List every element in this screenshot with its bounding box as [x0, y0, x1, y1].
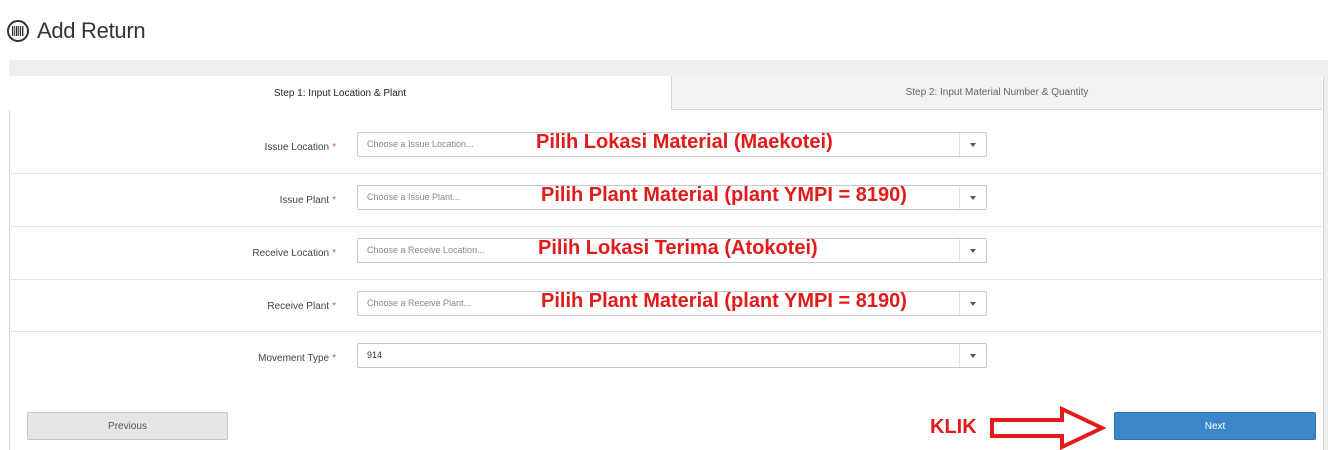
required-marker: *	[332, 300, 336, 312]
chevron-down-icon[interactable]	[959, 133, 986, 156]
barcode-icon	[7, 20, 29, 42]
movement-type-value: 914	[367, 350, 383, 360]
klik-callout: KLIK	[930, 416, 977, 438]
form-row-issue-location: Issue Location * Choose a Issue Location.…	[11, 121, 1322, 173]
issue-plant-label: Issue Plant *	[279, 194, 336, 206]
annotation-issue-plant: Pilih Plant Material (plant YMPI = 8190)	[541, 184, 907, 206]
issue-location-label: Issue Location *	[264, 141, 336, 153]
required-marker: *	[332, 247, 336, 259]
page-title: Add Return	[37, 18, 146, 43]
annotation-receive-plant: Pilih Plant Material (plant YMPI = 8190)	[541, 290, 907, 312]
receive-plant-placeholder: Choose a Receive Plant...	[367, 298, 472, 308]
receive-plant-label: Receive Plant *	[267, 300, 336, 312]
chevron-down-icon[interactable]	[959, 186, 986, 209]
annotation-issue-location: Pilih Lokasi Material (Maekotei)	[536, 131, 833, 153]
movement-type-select[interactable]: 914	[357, 343, 987, 368]
add-return-page: Add Return Step 1: Input Location & Plan…	[0, 0, 1328, 450]
tab-step-1[interactable]: Step 1: Input Location & Plant	[9, 76, 671, 110]
required-marker: *	[332, 141, 336, 153]
issue-plant-placeholder: Choose a Issue Plant...	[367, 192, 461, 202]
wizard-tabs: Step 1: Input Location & Plant Step 2: I…	[9, 76, 1322, 110]
form-row-issue-plant: Issue Plant * Choose a Issue Plant... Pil…	[11, 174, 1322, 226]
movement-type-label: Movement Type *	[258, 352, 336, 364]
tab-step-2[interactable]: Step 2: Input Material Number & Quantity	[671, 76, 1322, 110]
issue-location-placeholder: Choose a Issue Location...	[367, 139, 474, 149]
annotation-receive-location: Pilih Lokasi Terima (Atokotei)	[538, 237, 818, 259]
receive-location-label: Receive Location *	[252, 247, 336, 259]
form-row-receive-plant: Receive Plant * Choose a Receive Plant...…	[11, 280, 1322, 332]
form-row-receive-location: Receive Location * Choose a Receive Locat…	[11, 227, 1322, 279]
form-row-movement-type: Movement Type * 914	[11, 332, 1322, 384]
page-header: Add Return	[0, 0, 1328, 60]
required-marker: *	[332, 194, 336, 206]
chevron-down-icon[interactable]	[959, 239, 986, 262]
required-marker: *	[332, 352, 336, 364]
chevron-down-icon[interactable]	[959, 292, 986, 315]
chevron-down-icon[interactable]	[959, 344, 986, 367]
receive-location-placeholder: Choose a Receive Location...	[367, 245, 485, 255]
previous-button[interactable]: Previous	[27, 412, 228, 440]
next-button[interactable]: Next	[1114, 412, 1316, 440]
red-arrow-icon	[990, 405, 1107, 450]
